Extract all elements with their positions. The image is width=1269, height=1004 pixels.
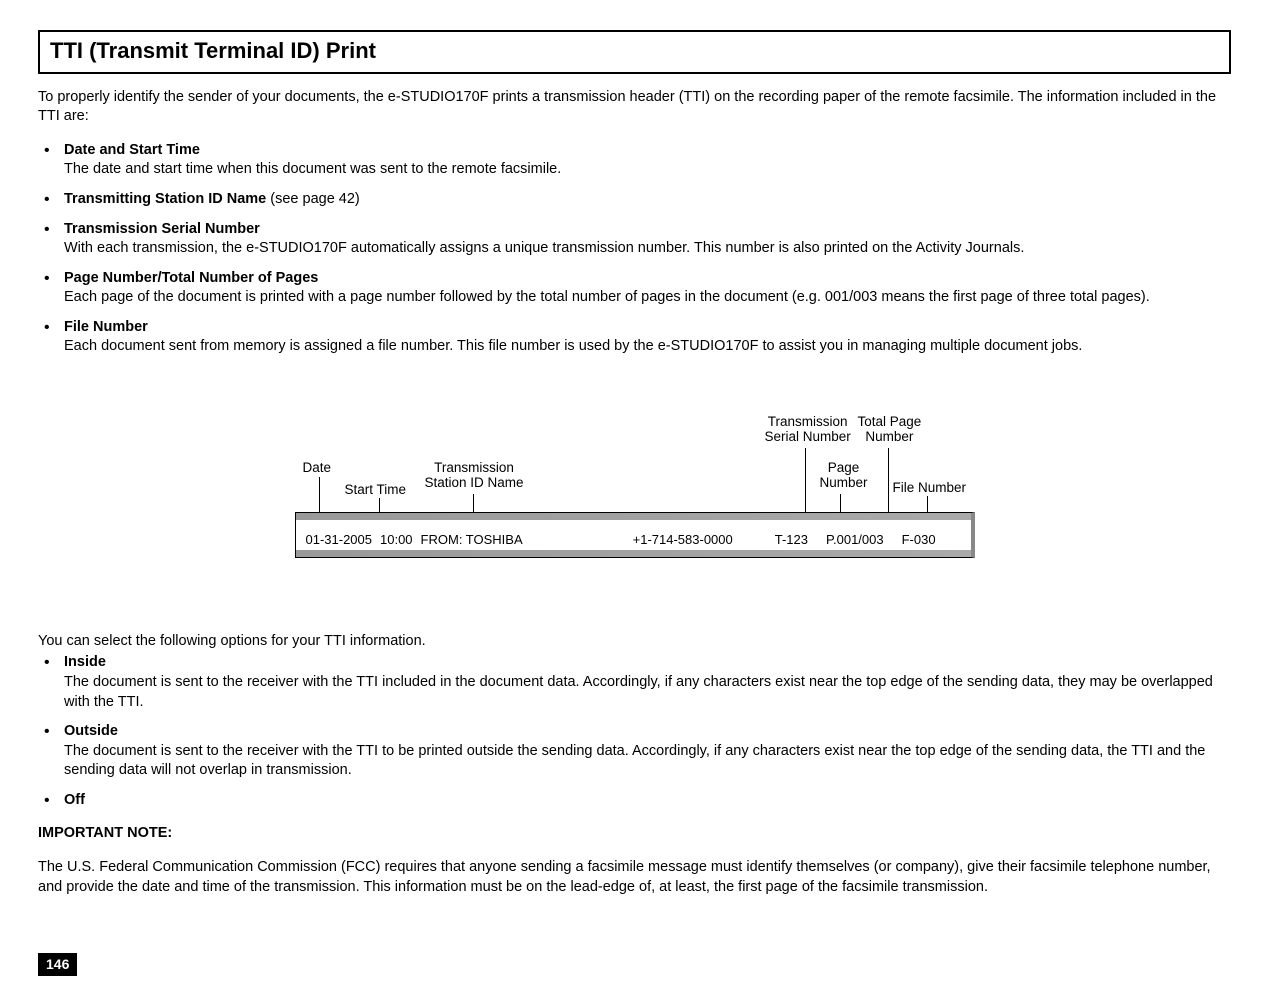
tti-sample-row: 01-31-2005 10:00 FROM: TOSHIBA +1-714-58… bbox=[296, 531, 971, 549]
page-number-badge: 146 bbox=[38, 953, 77, 976]
option-head: Off bbox=[64, 792, 85, 808]
tick-line bbox=[379, 498, 380, 512]
option-desc: The document is sent to the receiver wit… bbox=[64, 673, 1231, 712]
options-intro: You can select the following options for… bbox=[38, 632, 1231, 652]
section-title: TTI (Transmit Terminal ID) Print bbox=[50, 36, 1219, 66]
sample-file: F-030 bbox=[902, 531, 936, 549]
section-title-box: TTI (Transmit Terminal ID) Print bbox=[38, 30, 1231, 74]
sample-page: P.001/003 bbox=[826, 531, 884, 549]
label-total-page: Total PageNumber bbox=[858, 414, 922, 445]
item-head: Transmitting Station ID Name bbox=[64, 191, 266, 207]
list-item: Off bbox=[38, 791, 1231, 811]
option-desc: The document is sent to the receiver wit… bbox=[64, 742, 1231, 781]
list-item: Inside The document is sent to the recei… bbox=[38, 653, 1231, 712]
sample-serial: T-123 bbox=[775, 531, 808, 549]
important-note-body: The U.S. Federal Communication Commissio… bbox=[38, 858, 1231, 897]
option-head: Inside bbox=[64, 654, 106, 670]
options-list: Inside The document is sent to the recei… bbox=[38, 653, 1231, 810]
intro-paragraph: To properly identify the sender of your … bbox=[38, 88, 1231, 127]
item-head: Date and Start Time bbox=[64, 142, 200, 158]
list-item: Transmission Serial Number With each tra… bbox=[38, 220, 1231, 259]
item-desc: Each page of the document is printed wit… bbox=[64, 288, 1231, 308]
item-desc: Each document sent from memory is assign… bbox=[64, 337, 1231, 357]
item-head: Page Number/Total Number of Pages bbox=[64, 270, 318, 286]
tick-line bbox=[927, 496, 928, 512]
item-desc: The date and start time when this docume… bbox=[64, 160, 1231, 180]
sample-time: 10:00 bbox=[380, 531, 413, 549]
list-item: Transmitting Station ID Name (see page 4… bbox=[38, 190, 1231, 210]
item-head: File Number bbox=[64, 319, 148, 335]
item-ref: (see page 42) bbox=[266, 191, 360, 207]
label-tx-serial: TransmissionSerial Number bbox=[765, 414, 851, 445]
important-note-heading: IMPORTANT NOTE: bbox=[38, 824, 1231, 844]
tick-line bbox=[473, 494, 474, 512]
label-date: Date bbox=[303, 460, 332, 476]
list-item: Outside The document is sent to the rece… bbox=[38, 722, 1231, 781]
tti-field-list: Date and Start Time The date and start t… bbox=[38, 141, 1231, 357]
sample-date: 01-31-2005 bbox=[306, 531, 373, 549]
header-strip: 01-31-2005 10:00 FROM: TOSHIBA +1-714-58… bbox=[295, 512, 975, 558]
item-desc: With each transmission, the e-STUDIO170F… bbox=[64, 239, 1231, 259]
list-item: Date and Start Time The date and start t… bbox=[38, 141, 1231, 180]
tick-line bbox=[840, 494, 841, 512]
tick-line bbox=[319, 477, 320, 512]
option-head: Outside bbox=[64, 723, 118, 739]
bar-top bbox=[296, 513, 971, 520]
label-station-id: TransmissionStation ID Name bbox=[425, 460, 524, 491]
tick-line bbox=[805, 448, 806, 512]
sample-phone: +1-714-583-0000 bbox=[633, 531, 733, 549]
item-head: Transmission Serial Number bbox=[64, 221, 260, 237]
label-start-time: Start Time bbox=[345, 482, 407, 498]
tick-line bbox=[888, 448, 889, 512]
tti-diagram: Date Start Time TransmissionStation ID N… bbox=[295, 402, 975, 572]
sample-from: FROM: TOSHIBA bbox=[421, 531, 523, 549]
list-item: Page Number/Total Number of Pages Each p… bbox=[38, 269, 1231, 308]
label-page-number: PageNumber bbox=[820, 460, 868, 491]
bar-bottom bbox=[296, 550, 971, 557]
list-item: File Number Each document sent from memo… bbox=[38, 318, 1231, 357]
label-file-number: File Number bbox=[893, 480, 967, 496]
